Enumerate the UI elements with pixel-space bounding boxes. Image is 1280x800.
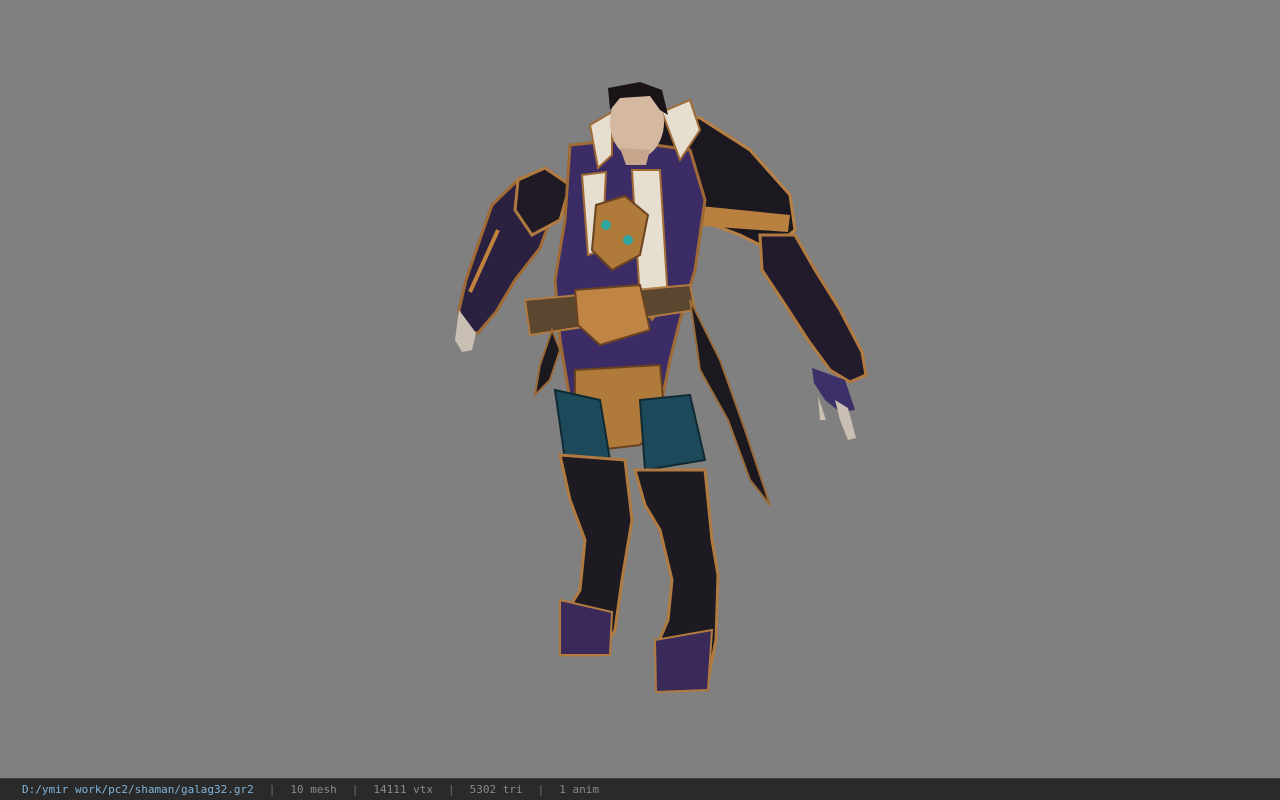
separator: |	[537, 783, 545, 796]
separator: |	[448, 783, 455, 796]
mesh-count-text: 10 mesh	[290, 783, 337, 796]
3d-viewport[interactable]	[0, 0, 1280, 778]
vertex-count-text: 14111 vtx	[373, 783, 434, 796]
separator: |	[268, 783, 276, 796]
file-path-text: D:/ymir work/pc2/shaman/galag32.gr2	[22, 783, 254, 796]
separator: |	[351, 783, 359, 796]
triangle-count-text: 5302 tri	[469, 783, 523, 796]
armored-character-model-icon	[455, 82, 868, 694]
anim-count-text: 1 anim	[559, 783, 599, 796]
status-bar: D:/ymir work/pc2/shaman/galag32.gr2 | 10…	[0, 778, 1280, 800]
